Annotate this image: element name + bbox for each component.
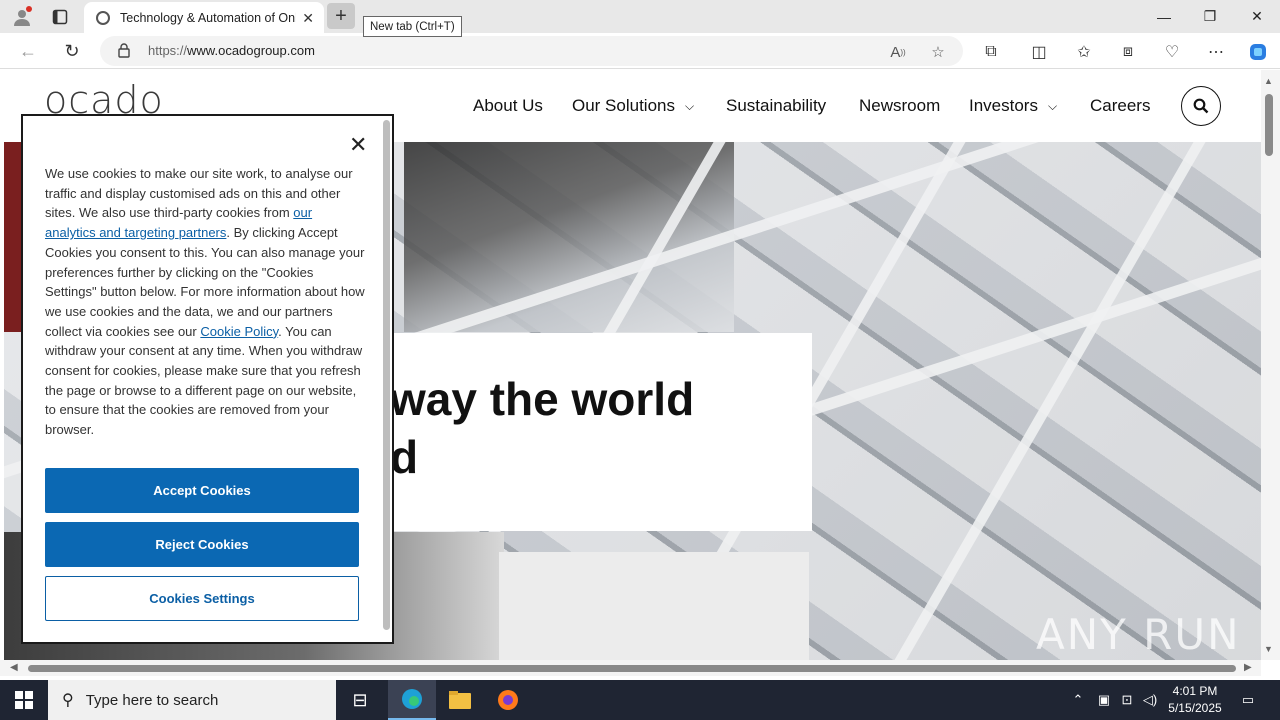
robot-arm-graphic [404,142,734,332]
show-hidden-icons-icon[interactable]: ⌃ [1068,680,1088,720]
scroll-up-icon[interactable]: ▲ [1264,76,1273,86]
vertical-scroll-thumb[interactable] [1265,94,1273,156]
site-favicon-icon [96,10,110,25]
nav-label: About Us [473,96,543,115]
search-icon: ⚲ [62,692,74,709]
refresh-icon[interactable]: ↻ [58,38,86,64]
copilot-icon[interactable] [1246,41,1270,63]
nav-label: Careers [1090,96,1151,115]
lock-icon[interactable] [118,43,130,63]
nav-careers[interactable]: Careers [1090,96,1150,116]
chevron-down-icon: ⌵ [1047,98,1058,113]
nav-investors[interactable]: Investors ⌵ [969,96,1057,116]
scroll-right-icon[interactable]: ▶ [1244,662,1252,673]
notifications-icon[interactable]: ▭ [1236,680,1260,720]
window-close-icon[interactable]: ✕ [1234,0,1280,33]
tab-actions-icon[interactable] [46,4,74,30]
edge-taskbar-icon[interactable] [388,680,436,720]
cookie-consent-dialog: ✕ We use cookies to make our site work, … [21,114,394,644]
nav-label: Sustainability [726,96,827,115]
nav-label: Investors [969,96,1038,115]
volume-icon[interactable]: ◁) [1140,680,1160,720]
address-toolbar: ← ↻ https://www.ocadogroup.com A)) ☆ ⧉ ◫… [0,33,1280,69]
clock-time: 4:01 PM [1172,684,1218,698]
nav-sustainability[interactable]: Sustainability [726,96,826,116]
horizontal-scrollbar[interactable]: ◀ ▶ [0,660,1261,676]
browser-tab-bar: Technology & Automation of Online Grocer… [0,0,1280,37]
close-tab-icon[interactable]: ✕ [302,10,314,27]
nav-label: Newsroom [859,96,941,115]
cookie-text-part: . By clicking Accept Cookies you consent… [45,225,365,339]
cookie-text: We use cookies to make our site work, to… [45,164,365,440]
accept-cookies-button[interactable]: Accept Cookies [45,468,359,513]
extensions-icon[interactable]: ⧉ [979,41,1003,63]
address-bar[interactable]: https://www.ocadogroup.com A)) ☆ [100,36,963,66]
cookies-settings-button[interactable]: Cookies Settings [45,576,359,621]
horizontal-scroll-thumb[interactable] [28,665,1236,672]
profile-icon[interactable] [8,4,36,30]
back-icon[interactable]: ← [14,38,42,64]
windows-taskbar: ⚲ Type here to search ⊟ ⌃ ▣ ⊡ ◁) 4:01 PM… [0,680,1280,720]
dialog-scrollbar[interactable] [383,120,390,630]
site-search-button[interactable] [1181,86,1221,126]
url-text[interactable]: https://www.ocadogroup.com [148,43,315,58]
favorite-star-icon[interactable]: ☆ [928,42,948,62]
url-prefix: https:// [148,43,188,58]
close-icon[interactable]: ✕ [349,132,367,158]
new-tab-tooltip: New tab (Ctrl+T) [363,16,462,37]
tab-title: Technology & Automation of Online Grocer… [120,10,296,25]
active-tab[interactable]: Technology & Automation of Online Grocer… [84,2,324,33]
anyrun-watermark: ANY RUN [1036,610,1241,659]
url-host: www.ocadogroup.com [187,43,315,58]
read-aloud-icon[interactable]: A)) [888,42,908,62]
collections-icon[interactable]: ⧈ [1116,41,1140,63]
chevron-down-icon: ⌵ [685,98,695,113]
network-icon[interactable]: ⊡ [1117,680,1137,720]
windows-start-icon[interactable] [0,680,48,720]
favorites-icon[interactable]: ✩ [1072,41,1096,63]
search-icon [1193,98,1209,114]
split-screen-icon[interactable]: ◫ [1027,41,1051,63]
system-clock[interactable]: 4:01 PM 5/15/2025 [1160,683,1230,717]
cookie-policy-link[interactable]: Cookie Policy [200,324,278,339]
browser-essentials-icon[interactable]: ♡ [1160,41,1184,63]
nav-our-solutions[interactable]: Our Solutions ⌵ [572,96,694,116]
nav-label: Our Solutions [572,96,675,115]
grid-rail [894,142,1206,660]
nav-about-us[interactable]: About Us [473,96,543,116]
taskbar-search-box[interactable]: ⚲ Type here to search [48,680,336,720]
device-icon[interactable]: ▣ [1094,680,1114,720]
scroll-down-icon[interactable]: ▼ [1264,644,1273,654]
cookie-text-part: . You can withdraw your consent at any t… [45,323,363,438]
file-explorer-icon[interactable] [436,680,484,720]
new-tab-button[interactable]: + [327,3,355,29]
nav-newsroom[interactable]: Newsroom [859,96,940,116]
minimize-icon[interactable]: — [1141,0,1187,33]
taskbar-search-placeholder: Type here to search [85,691,219,709]
scroll-left-icon[interactable]: ◀ [10,662,18,673]
vertical-scrollbar[interactable]: ▲ ▼ [1261,70,1280,660]
firefox-icon[interactable] [484,680,532,720]
more-menu-icon[interactable]: ⋯ [1204,41,1228,63]
hero-heading: way the world d [390,373,695,483]
restore-icon[interactable]: ❐ [1187,0,1233,33]
task-view-icon[interactable]: ⊟ [336,680,384,720]
clock-date: 5/15/2025 [1168,701,1222,715]
reject-cookies-button[interactable]: Reject Cookies [45,522,359,567]
hero-detail [499,552,809,660]
